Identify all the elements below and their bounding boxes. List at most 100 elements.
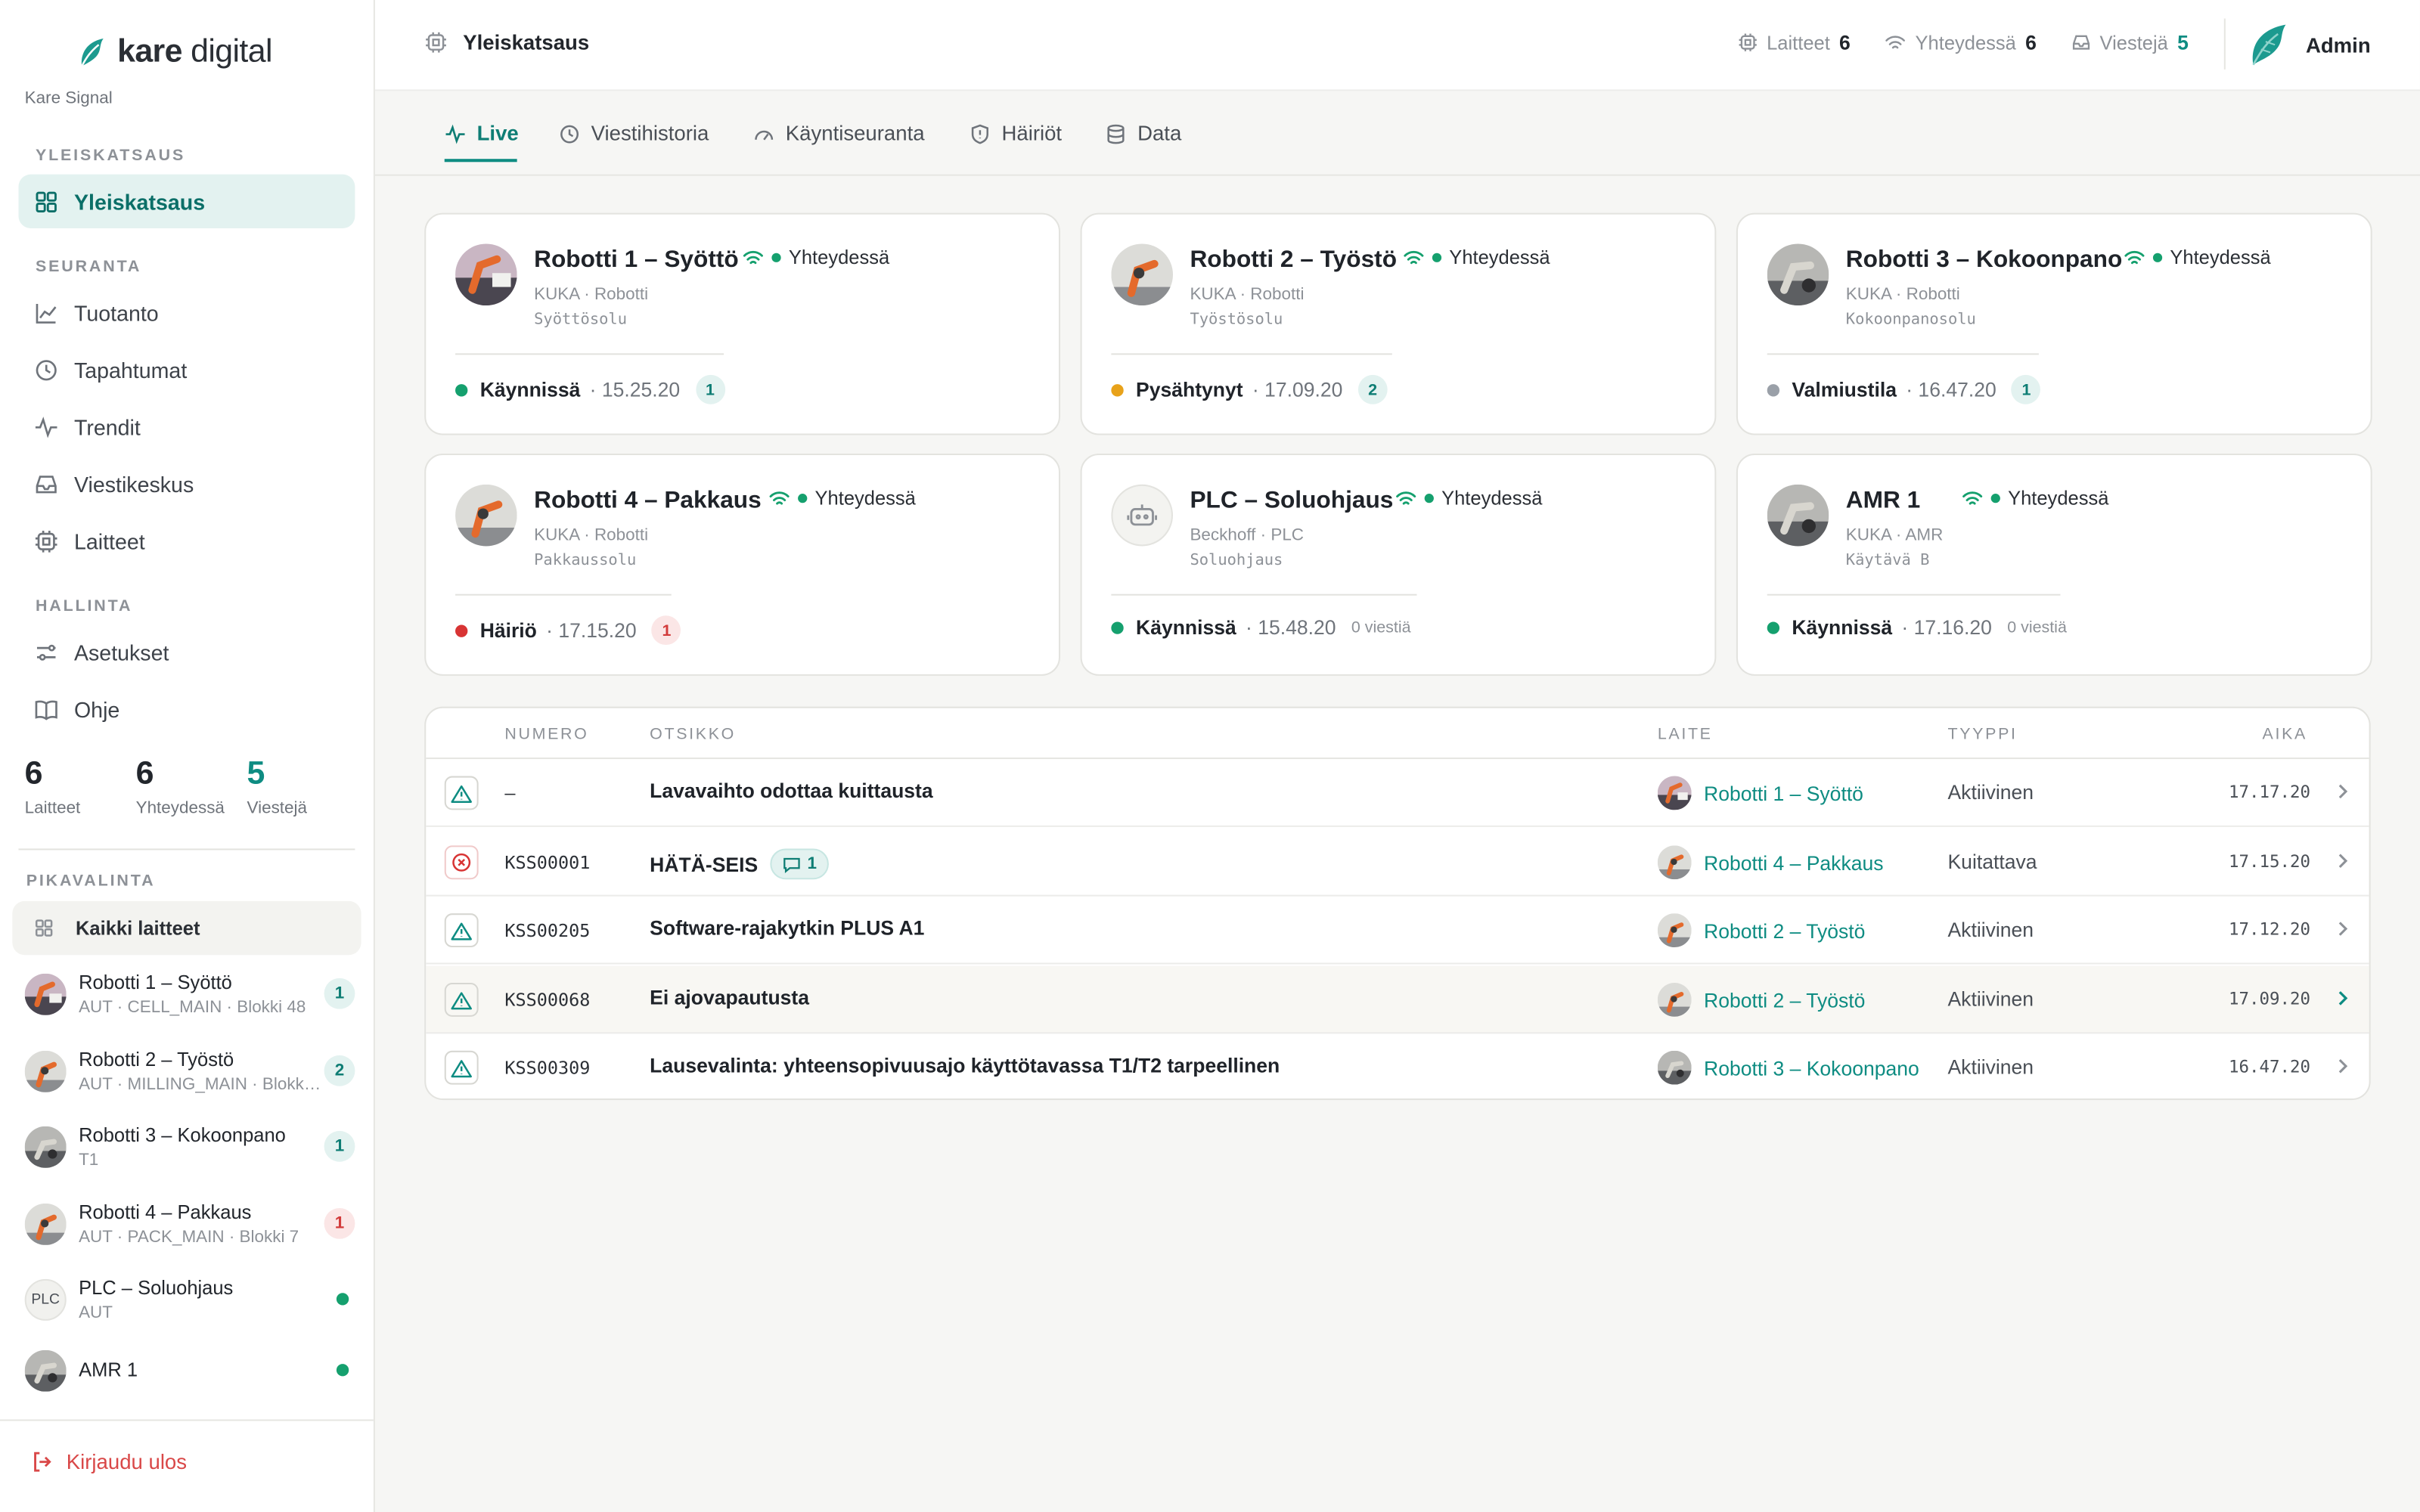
sidebar-item-production[interactable]: Tuotanto xyxy=(18,286,355,339)
row-device-link[interactable]: Robotti 1 – Syöttö xyxy=(1657,776,1863,810)
tab-label: Häiriöt xyxy=(1001,122,1063,145)
connection-dot xyxy=(798,494,808,503)
device-card-robot-2[interactable]: Robotti 2 – Työstö Yhteydessä KUKA · Rob… xyxy=(1080,212,1717,435)
sidebar-item-label: Tuotanto xyxy=(73,299,159,325)
device-name: Robotti 2 – Työstö xyxy=(1190,246,1398,274)
robot-avatar xyxy=(1657,982,1692,1017)
sidebar-item-events[interactable]: Tapahtumat xyxy=(18,342,355,396)
row-time: 17.12.20 xyxy=(2228,919,2311,940)
topbar: Yleiskatsaus Laitteet 6 Yhteydessä 6 Vie… xyxy=(374,0,2420,91)
table-row[interactable]: KSS00001 HÄTÄ-SEIS 1 Robotti 4 – Pakkaus… xyxy=(426,829,2369,897)
quick-item-robot-3[interactable]: Robotti 3 – Kokoonpano T1 1 xyxy=(24,1115,355,1177)
quick-all-devices[interactable]: Kaikki laitteet xyxy=(12,900,361,956)
status-dot xyxy=(1111,383,1124,396)
device-status: Käynnissä · 15.25.20 1 xyxy=(455,374,725,404)
sidebar-item-settings[interactable]: Asetukset xyxy=(18,625,355,679)
chevron-right-icon[interactable] xyxy=(2332,916,2354,941)
device-card-robot-3[interactable]: Robotti 3 – Kokoonpano Yhteydessä KUKA ·… xyxy=(1736,212,2372,435)
online-dot xyxy=(336,1364,349,1377)
column-header-type[interactable]: TYYPPI xyxy=(1947,725,2017,743)
device-meta: KUKA · Robotti xyxy=(1845,285,1960,305)
table-row[interactable]: KSS00205 Software-rajakytkin PLUS A1 Rob… xyxy=(426,897,2369,965)
column-header-time[interactable]: AIKA xyxy=(2263,725,2307,743)
chevron-right-icon[interactable] xyxy=(2332,779,2354,804)
stat-value: 6 xyxy=(24,755,43,792)
tab-data[interactable]: Data xyxy=(1105,122,1181,145)
row-device-link[interactable]: Robotti 2 – Työstö xyxy=(1657,982,1865,1017)
sidebar-item-label: Laitteet xyxy=(73,528,145,553)
logo-word-kare: kare xyxy=(117,33,182,70)
row-type: Aktiivinen xyxy=(1947,780,2034,804)
row-device-name: Robotti 1 – Syöttö xyxy=(1704,781,1863,805)
shield-icon xyxy=(971,123,988,144)
quick-item-robot-2[interactable]: Robotti 2 – Työstö AUT · MILLING_MAIN · B… xyxy=(24,1040,355,1101)
quick-item-name: Robotti 3 – Kokoonpano xyxy=(79,1123,286,1146)
topbar-stat-messages[interactable]: Viestejä 5 xyxy=(2071,31,2189,54)
divider xyxy=(1767,353,2039,355)
robot-avatar xyxy=(455,484,517,547)
page-title-text: Yleiskatsaus xyxy=(463,30,590,54)
table-row[interactable]: KSS00068 Ei ajovapautusta Robotti 2 – Ty… xyxy=(426,965,2369,1034)
row-device-link[interactable]: Robotti 2 – Työstö xyxy=(1657,913,1865,948)
message-count-text: 0 viestiä xyxy=(1351,618,1411,637)
column-header-title[interactable]: OTSIKKO xyxy=(650,725,736,743)
user-name: Admin xyxy=(2305,33,2371,57)
column-header-device[interactable]: LAITE xyxy=(1658,725,1713,743)
device-card-amr[interactable]: AMR 1 Yhteydessä KUKA · AMR Käytävä B Kä… xyxy=(1736,453,2372,676)
tab-faults[interactable]: Häiriöt xyxy=(970,122,1062,145)
row-device-name: Robotti 4 – Pakkaus xyxy=(1704,850,1884,875)
tab-runtime[interactable]: Käyntiseuranta xyxy=(753,122,925,145)
section-label-quick: PIKAVALINTA xyxy=(26,872,156,891)
quick-item-amr[interactable]: AMR 1 xyxy=(24,1339,355,1401)
chevron-right-icon[interactable] xyxy=(2332,1054,2354,1079)
sidebar-item-messages[interactable]: Viestikeskus xyxy=(18,457,355,510)
tab-live[interactable]: Live xyxy=(445,122,519,145)
connection-dot xyxy=(1990,494,2000,503)
error-icon xyxy=(444,845,479,880)
row-title-text: Lavavaihto odottaa kuittausta xyxy=(650,779,933,803)
device-location: Työstösolu xyxy=(1190,311,1283,329)
topbar-stat-connected[interactable]: Yhteydessä 6 xyxy=(1885,31,2037,54)
row-title: Ei ajovapautusta xyxy=(650,986,809,1009)
row-number: KSS00001 xyxy=(504,851,591,874)
device-card-robot-1[interactable]: Robotti 1 – Syöttö Yhteydessä KUKA · Rob… xyxy=(424,212,1061,435)
quick-item-robot-1[interactable]: Robotti 1 – Syöttö AUT · CELL_MAIN · Blok… xyxy=(24,962,355,1024)
table-row[interactable]: – Lavavaihto odottaa kuittausta Robotti … xyxy=(426,759,2369,827)
logout-button[interactable]: Kirjaudu ulos xyxy=(31,1450,187,1473)
row-number: KSS00309 xyxy=(504,1056,591,1079)
warning-icon xyxy=(444,776,479,810)
quick-item-plc[interactable]: PLC PLC – Soluohjaus AUT xyxy=(24,1269,355,1331)
table-row[interactable]: KSS00309 Lausevalinta: yhteensopivuusajo… xyxy=(426,1033,2369,1098)
sidebar-item-devices[interactable]: Laitteet xyxy=(18,514,355,568)
robot-avatar xyxy=(1657,1050,1692,1085)
comment-count-badge[interactable]: 1 xyxy=(770,848,830,880)
sidebar-item-trends[interactable]: Trendit xyxy=(18,400,355,454)
activity-icon xyxy=(445,123,465,144)
chevron-right-icon[interactable] xyxy=(2332,848,2354,873)
clock-icon xyxy=(560,124,579,143)
inbox-icon xyxy=(36,475,57,493)
sidebar-item-help[interactable]: Ohje xyxy=(18,682,355,736)
user-menu[interactable]: Admin xyxy=(2247,22,2371,68)
row-device-link[interactable]: Robotti 4 – Pakkaus xyxy=(1657,845,1884,880)
row-number: – xyxy=(504,782,516,804)
divider xyxy=(0,1419,374,1421)
topbar-stat-devices[interactable]: Laitteet 6 xyxy=(1737,31,1851,54)
chevron-right-icon[interactable] xyxy=(2332,986,2354,1011)
row-device-link[interactable]: Robotti 3 – Kokoonpano xyxy=(1657,1050,1919,1085)
brand-logo[interactable]: kare digital xyxy=(77,34,272,71)
status-label: Käynnissä xyxy=(1792,615,1893,639)
message-count-badge: 1 xyxy=(652,615,681,646)
status-label: Valmiustila xyxy=(1792,377,1897,401)
grid-icon xyxy=(35,919,53,937)
sidebar-item-overview[interactable]: Yleiskatsaus xyxy=(18,174,355,229)
tab-message-history[interactable]: Viestihistoria xyxy=(559,122,709,145)
plc-avatar xyxy=(1111,484,1174,547)
column-header-number[interactable]: NUMERO xyxy=(504,725,588,743)
device-card-robot-4[interactable]: Robotti 4 – Pakkaus Yhteydessä KUKA · Ro… xyxy=(424,453,1061,676)
chip-icon xyxy=(35,530,57,552)
quick-item-robot-4[interactable]: Robotti 4 – Pakkaus AUT · PACK_MAIN · Blo… xyxy=(24,1193,355,1255)
quick-item-name: Robotti 1 – Syöttö xyxy=(79,971,232,993)
topbar-stat-label: Laitteet xyxy=(1767,31,1830,54)
device-card-plc[interactable]: PLC – Soluohjaus Yhteydessä Beckhoff · P… xyxy=(1080,453,1717,676)
